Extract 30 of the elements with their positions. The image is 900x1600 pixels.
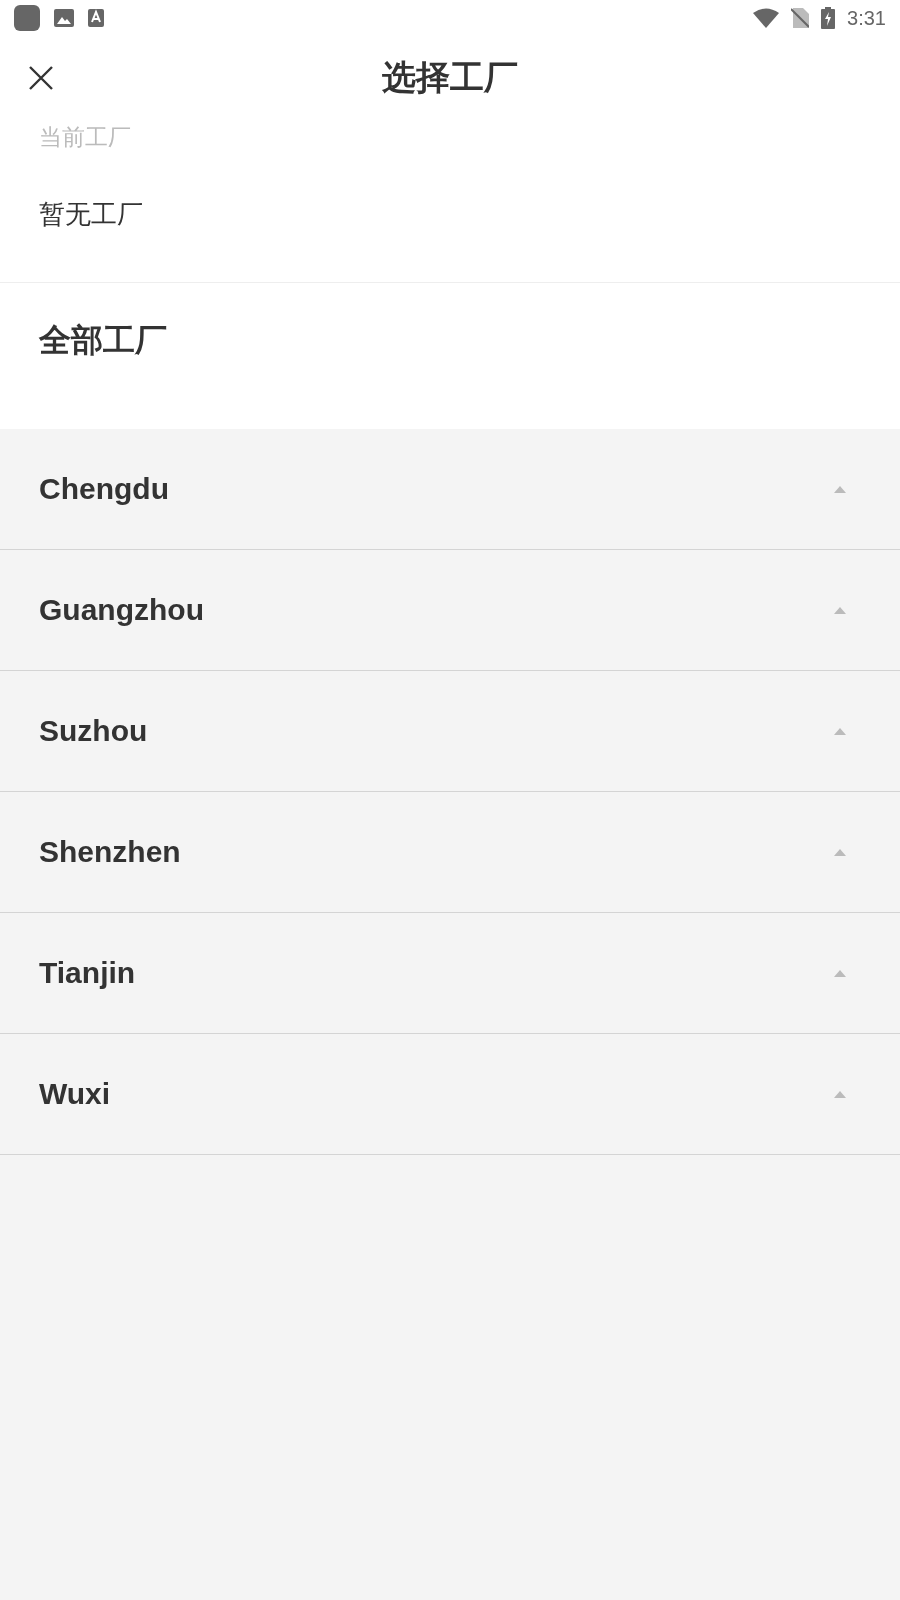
section-label: 当前工厂	[39, 123, 132, 152]
wifi-icon	[753, 8, 780, 28]
city-name: Shenzhen	[39, 835, 181, 869]
caret-icon	[834, 848, 846, 856]
caret-icon	[834, 969, 846, 977]
city-row[interactable]: Suzhou	[0, 671, 900, 792]
caret-icon	[834, 485, 846, 493]
city-name: Wuxi	[39, 1077, 111, 1111]
city-row[interactable]: Shenzhen	[0, 792, 900, 913]
city-row[interactable]: Wuxi	[0, 1034, 900, 1155]
caret-icon	[834, 606, 846, 614]
no-sim-icon	[791, 8, 810, 28]
current-factory-value: 暂无工厂	[39, 198, 144, 231]
caret-icon	[834, 1090, 846, 1098]
app-icon	[14, 5, 40, 31]
city-name: Chengdu	[39, 472, 169, 506]
close-icon[interactable]	[28, 65, 54, 91]
section-title: 全部工厂	[39, 320, 167, 361]
city-row[interactable]: Tianjin	[0, 913, 900, 1034]
city-row[interactable]: Chengdu	[0, 429, 900, 550]
text-icon	[88, 9, 104, 27]
city-name: Suzhou	[39, 714, 148, 748]
caret-icon	[834, 727, 846, 735]
clock-time: 3:31	[847, 6, 886, 30]
city-name: Guangzhou	[39, 593, 204, 627]
city-row[interactable]: Guangzhou	[0, 550, 900, 671]
image-icon	[54, 9, 74, 27]
page-title: 选择工厂	[382, 56, 518, 99]
city-name: Tianjin	[39, 956, 136, 990]
battery-icon	[821, 7, 836, 29]
